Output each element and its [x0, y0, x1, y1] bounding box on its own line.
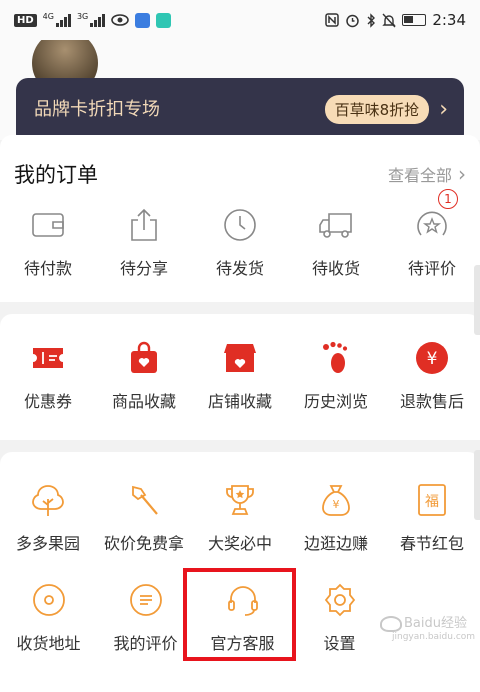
- store-heart-icon: [222, 340, 258, 376]
- orders-card: 我的订单 查看全部 › 待付款 待分享 待发货 待收货 1 待评价: [0, 135, 480, 302]
- truck-icon: [318, 207, 354, 243]
- svg-text:¥: ¥: [333, 498, 340, 511]
- footprint-icon: [318, 340, 354, 376]
- axe-icon: [126, 482, 162, 518]
- scroll-indicator: [474, 265, 480, 335]
- brand-banner-title: 品牌卡折扣专场: [34, 99, 160, 120]
- signal-4g-icon: 4G: [43, 13, 71, 27]
- orders-status-row: 待付款 待分享 待发货 待收货 1 待评价: [0, 189, 480, 279]
- location-pin-icon: [31, 582, 67, 618]
- product-favorites-entry[interactable]: 商品收藏: [96, 340, 192, 412]
- store-favorites-entry[interactable]: 店铺收藏: [192, 340, 288, 412]
- mute-icon: [382, 13, 397, 27]
- watermark: Baidu经验 jingyan.baidu.com: [380, 612, 475, 642]
- tree-icon: [30, 482, 66, 518]
- hd-indicator: HD: [14, 13, 37, 27]
- headset-icon: [225, 582, 261, 618]
- tools-card: 多多果园 砍价免费拿 大奖必中 ¥ 边逛边赚 福 春节红包 收货地址 我的评价 …: [0, 452, 480, 692]
- my-reviews-entry[interactable]: 我的评价: [97, 582, 194, 654]
- profile-header: 品牌卡折扣专场 百草味8折抢 ›: [0, 30, 480, 146]
- chevron-right-icon: ›: [439, 96, 448, 122]
- wallet-icon: [30, 207, 66, 243]
- browse-earn-entry[interactable]: ¥ 边逛边赚: [288, 482, 384, 554]
- app-notification-icon: [135, 12, 151, 28]
- shipping-address-entry[interactable]: 收货地址: [0, 582, 97, 654]
- comment-icon: [128, 582, 164, 618]
- grand-prize-entry[interactable]: 大奖必中: [192, 482, 288, 554]
- status-bar: HD 4G 3G 2:34: [0, 0, 480, 40]
- view-all-orders-link[interactable]: 查看全部 ›: [388, 162, 466, 186]
- tools-row-1: 多多果园 砍价免费拿 大奖必中 ¥ 边逛边赚 福 春节红包: [0, 482, 480, 554]
- svg-text:福: 福: [425, 494, 439, 510]
- orchard-entry[interactable]: 多多果园: [0, 482, 96, 554]
- order-status-pending-review[interactable]: 1 待评价: [384, 189, 480, 279]
- svg-text:¥: ¥: [427, 349, 438, 369]
- order-status-pending-shipment[interactable]: 待发货: [192, 207, 288, 279]
- signal-3g-icon: 3G: [77, 13, 106, 27]
- bag-heart-icon: [126, 340, 162, 376]
- money-bag-icon: ¥: [318, 482, 354, 518]
- chevron-right-icon: ›: [458, 162, 466, 186]
- bluetooth-icon: [367, 12, 376, 28]
- fu-envelope-icon: 福: [414, 482, 450, 518]
- refund-after-sales-entry[interactable]: ¥ 退款售后: [384, 340, 480, 412]
- clock-icon: [222, 207, 258, 243]
- gear-icon: [322, 582, 358, 618]
- order-status-pending-share[interactable]: 待分享: [96, 207, 192, 279]
- order-status-pending-payment[interactable]: 待付款: [0, 207, 96, 279]
- orders-title: 我的订单: [14, 163, 98, 187]
- yuan-icon: ¥: [414, 340, 450, 376]
- coupons-entry[interactable]: 优惠券: [0, 340, 96, 412]
- favorites-card: 优惠券 商品收藏 店铺收藏 历史浏览 ¥ 退款售后: [0, 314, 480, 440]
- alarm-icon: [346, 14, 360, 27]
- share-icon: [126, 207, 162, 243]
- settings-entry[interactable]: 设置: [291, 582, 388, 654]
- coupon-icon: [30, 340, 66, 376]
- browsing-history-entry[interactable]: 历史浏览: [288, 340, 384, 412]
- battery-icon: [402, 14, 427, 26]
- paw-logo-icon: [380, 615, 402, 632]
- favorites-row: 优惠券 商品收藏 店铺收藏 历史浏览 ¥ 退款售后: [0, 340, 480, 412]
- brand-promo-pill[interactable]: 百草味8折抢: [324, 95, 430, 124]
- review-star-icon: [414, 207, 450, 243]
- nfc-icon: [325, 13, 340, 27]
- eye-icon: [111, 14, 130, 26]
- scroll-indicator: [474, 450, 480, 520]
- official-customer-service-entry[interactable]: 官方客服: [194, 582, 291, 654]
- app-notification-icon: [156, 12, 172, 28]
- spring-festival-red-packet-entry[interactable]: 福 春节红包: [384, 482, 480, 554]
- order-status-pending-receipt[interactable]: 待收货: [288, 207, 384, 279]
- clock-time: 2:34: [432, 11, 466, 29]
- bargain-free-entry[interactable]: 砍价免费拿: [96, 482, 192, 554]
- review-count-badge: 1: [438, 189, 458, 209]
- trophy-icon: [222, 482, 258, 518]
